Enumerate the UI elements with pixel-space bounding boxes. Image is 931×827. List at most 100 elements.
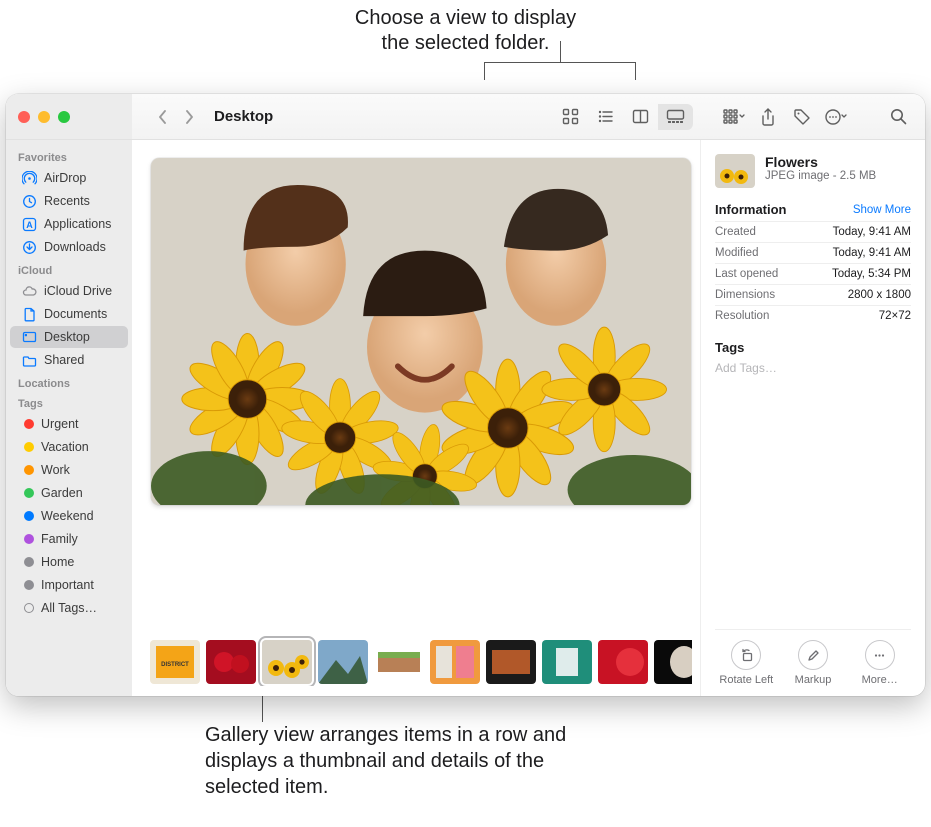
- inspector-row-created: CreatedToday, 9:41 AM: [715, 221, 911, 242]
- sidebar-section-tags: Tags: [6, 392, 132, 412]
- gallery-preview-image[interactable]: [151, 158, 691, 505]
- sidebar-item-label: Garden: [41, 486, 83, 500]
- view-gallery-button[interactable]: [658, 104, 693, 130]
- view-icon-button[interactable]: [553, 104, 588, 130]
- share-icon: [760, 108, 776, 126]
- callout-gallery-explainer: Gallery view arranges items in a row and…: [205, 722, 585, 800]
- gallery-thumb[interactable]: [598, 640, 648, 684]
- sidebar-tag-vacation[interactable]: Vacation: [10, 436, 128, 458]
- tag-dot-icon: [24, 511, 34, 521]
- sidebar: Favorites AirDrop Recents A Applications…: [6, 140, 132, 696]
- tag-icon: [793, 108, 811, 126]
- airdrop-icon: [22, 171, 37, 186]
- sidebar-item-desktop[interactable]: Desktop: [10, 326, 128, 348]
- more-menu-button[interactable]: [819, 104, 853, 130]
- back-button[interactable]: [150, 104, 176, 130]
- sidebar-item-downloads[interactable]: Downloads: [10, 236, 128, 258]
- sidebar-section-locations[interactable]: Locations: [6, 372, 132, 392]
- sidebar-section-icloud: iCloud: [6, 259, 132, 279]
- inspector-action-markup[interactable]: Markup: [782, 640, 845, 686]
- sidebar-item-label: All Tags…: [41, 601, 97, 615]
- group-menu-button[interactable]: [717, 104, 751, 130]
- maximize-button[interactable]: [58, 111, 70, 123]
- sidebar-item-recents[interactable]: Recents: [10, 190, 128, 212]
- sidebar-item-airdrop[interactable]: AirDrop: [10, 167, 128, 189]
- sidebar-tag-all[interactable]: All Tags…: [10, 597, 128, 619]
- columns-icon: [632, 108, 649, 125]
- sidebar-tag-weekend[interactable]: Weekend: [10, 505, 128, 527]
- sidebar-item-documents[interactable]: Documents: [10, 303, 128, 325]
- sidebar-item-label: Desktop: [44, 330, 90, 344]
- sidebar-item-label: Weekend: [41, 509, 94, 523]
- inspector-tags-heading: Tags: [715, 340, 744, 355]
- tag-dot-icon: [24, 534, 34, 544]
- gallery-thumb[interactable]: [542, 640, 592, 684]
- close-button[interactable]: [18, 111, 30, 123]
- desktop-icon: [22, 330, 37, 345]
- sidebar-item-label: Downloads: [44, 240, 106, 254]
- inspector-filename: Flowers: [765, 154, 876, 170]
- download-icon: [22, 240, 37, 255]
- inspector-row-modified: ModifiedToday, 9:41 AM: [715, 242, 911, 263]
- search-icon: [890, 108, 907, 125]
- inspector-add-tags[interactable]: Add Tags…: [715, 359, 911, 375]
- gallery-thumb[interactable]: [206, 640, 256, 684]
- sidebar-item-label: iCloud Drive: [44, 284, 112, 298]
- inspector-information-heading: Information: [715, 202, 787, 217]
- share-button[interactable]: [751, 104, 785, 130]
- sidebar-tag-home[interactable]: Home: [10, 551, 128, 573]
- tag-dot-icon: [24, 419, 34, 429]
- gallery-thumb[interactable]: DISTRICT: [150, 640, 200, 684]
- gallery-thumb-selected[interactable]: [262, 640, 312, 684]
- view-column-button[interactable]: [623, 104, 658, 130]
- sidebar-item-label: Work: [41, 463, 70, 477]
- sidebar-item-label: Vacation: [41, 440, 89, 454]
- gallery-icon: [666, 109, 685, 124]
- inspector-row-resolution: Resolution72×72: [715, 305, 911, 326]
- sidebar-tag-garden[interactable]: Garden: [10, 482, 128, 504]
- finder-window: Desktop: [6, 94, 925, 696]
- sidebar-item-label: Home: [41, 555, 74, 569]
- sidebar-item-label: AirDrop: [44, 171, 86, 185]
- group-icon: [723, 109, 745, 125]
- list-icon: [597, 108, 614, 125]
- search-button[interactable]: [881, 104, 915, 130]
- tag-dot-icon: [24, 465, 34, 475]
- sidebar-tag-urgent[interactable]: Urgent: [10, 413, 128, 435]
- svg-text:DISTRICT: DISTRICT: [161, 662, 189, 668]
- sidebar-item-label: Applications: [44, 217, 111, 231]
- view-segmented-control: [553, 104, 693, 130]
- window-controls-area: [6, 94, 132, 139]
- inspector-action-rotate-left[interactable]: Rotate Left: [715, 640, 778, 686]
- tag-dot-icon: [24, 603, 34, 613]
- ellipsis-circle-icon: [824, 108, 848, 126]
- sidebar-item-shared[interactable]: Shared: [10, 349, 128, 371]
- gallery-thumbnail-strip[interactable]: DISTRICT: [150, 632, 692, 686]
- sidebar-tag-important[interactable]: Important: [10, 574, 128, 596]
- inspector-panel: Flowers JPEG image - 2.5 MB Information …: [700, 140, 925, 696]
- gallery-thumb[interactable]: [430, 640, 480, 684]
- inspector-kind-size: JPEG image - 2.5 MB: [765, 170, 876, 182]
- forward-button[interactable]: [176, 104, 202, 130]
- clock-icon: [22, 194, 37, 209]
- shared-folder-icon: [22, 353, 37, 368]
- sidebar-item-applications[interactable]: A Applications: [10, 213, 128, 235]
- rotate-left-icon: [739, 648, 754, 663]
- callout-view-selector: Choose a view to display the selected fo…: [0, 6, 931, 80]
- gallery-thumb[interactable]: [374, 640, 424, 684]
- ellipsis-icon: [872, 648, 887, 663]
- view-list-button[interactable]: [588, 104, 623, 130]
- gallery-thumb[interactable]: [654, 640, 692, 684]
- inspector-action-more[interactable]: More…: [848, 640, 911, 686]
- gallery-thumb[interactable]: [486, 640, 536, 684]
- tags-button[interactable]: [785, 104, 819, 130]
- sidebar-tag-work[interactable]: Work: [10, 459, 128, 481]
- gallery-thumb[interactable]: [318, 640, 368, 684]
- sidebar-item-icloud-drive[interactable]: iCloud Drive: [10, 280, 128, 302]
- inspector-show-more[interactable]: Show More: [853, 204, 911, 216]
- minimize-button[interactable]: [38, 111, 50, 123]
- gallery-area: DISTRICT: [132, 140, 700, 696]
- sidebar-tag-family[interactable]: Family: [10, 528, 128, 550]
- grid-icon: [562, 108, 579, 125]
- markup-icon: [806, 648, 821, 663]
